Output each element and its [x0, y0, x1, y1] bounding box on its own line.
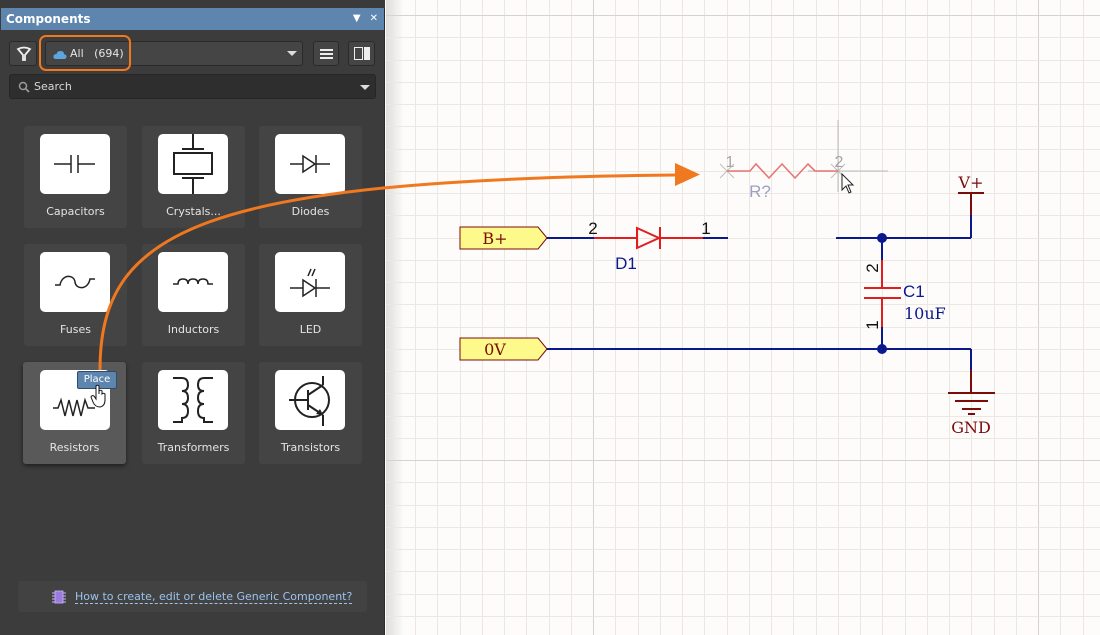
pin-number: 2: [863, 263, 882, 272]
designator: R?: [749, 182, 771, 201]
port-b-plus[interactable]: B+: [459, 226, 548, 250]
component-value: 10uF: [904, 304, 946, 323]
schematic-overlay: B+ 0V 2 1 D1 2 1 C1 10uF V+ GND 1 2 R?: [98, 0, 1100, 635]
junction-dot: [877, 344, 887, 354]
designator: D1: [615, 254, 637, 273]
pin-number: 2: [835, 154, 844, 171]
designator: C1: [903, 282, 925, 301]
schematic-grid: [386, 0, 1100, 635]
power-label: GND: [951, 418, 991, 437]
power-port-vplus[interactable]: V+: [958, 173, 984, 215]
pin-number: 2: [588, 219, 597, 238]
pin-number: 1: [701, 219, 710, 238]
drag-arrow: [98, 163, 700, 371]
capacitor-c1[interactable]: 2 1 C1 10uF: [863, 260, 946, 330]
power-label: V+: [958, 173, 984, 192]
port-label: B+: [482, 229, 507, 248]
pin-number: 1: [726, 154, 735, 171]
pin-number: 1: [863, 320, 882, 329]
diode-d1[interactable]: 2 1 D1: [588, 219, 710, 273]
junction-dot: [877, 233, 887, 243]
resistor-ghost[interactable]: 1 2 R?: [719, 120, 888, 201]
port-label: 0V: [484, 340, 506, 359]
port-0v[interactable]: 0V: [459, 337, 548, 361]
arrow-cursor-icon: [841, 172, 855, 194]
